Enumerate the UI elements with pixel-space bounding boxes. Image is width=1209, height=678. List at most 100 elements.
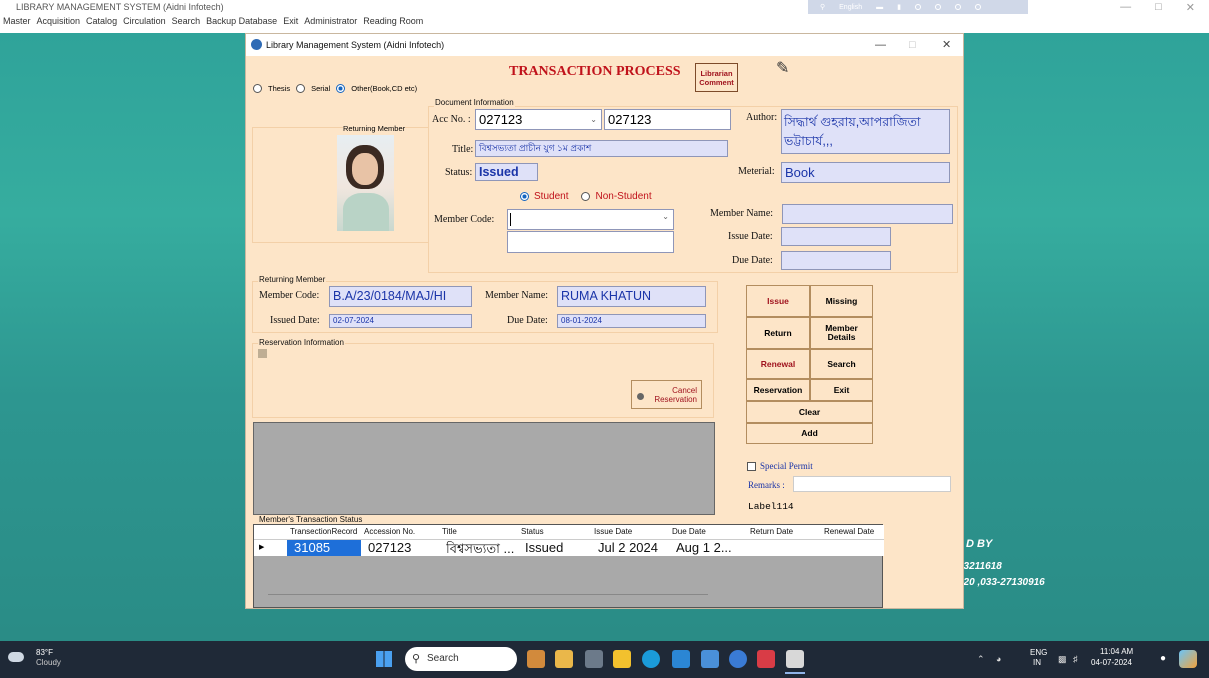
start-icon[interactable]	[376, 651, 392, 667]
table-cell[interactable]: 027123	[368, 540, 411, 555]
menu-search[interactable]: Search	[172, 14, 201, 33]
store-icon[interactable]	[672, 650, 690, 668]
copilot-icon[interactable]	[1179, 650, 1197, 668]
chevron-down-icon[interactable]: ⌄	[590, 110, 597, 129]
remarks-input[interactable]	[793, 476, 951, 492]
column-header[interactable]: Title	[442, 527, 457, 536]
edge-icon[interactable]	[642, 650, 660, 668]
widgets-icon[interactable]	[555, 650, 573, 668]
menu-exit[interactable]: Exit	[283, 14, 298, 33]
language-indicator[interactable]: ENG	[1030, 648, 1047, 657]
ime-mic-icon[interactable]: ▮	[897, 3, 901, 11]
issued-date-field[interactable]: 02-07-2024	[329, 314, 472, 328]
radio-non-student[interactable]	[581, 192, 591, 201]
column-header[interactable]: Renewal Date	[824, 527, 874, 536]
table-cell[interactable]: Issued	[525, 540, 563, 555]
ime-minimize-icon[interactable]: ▬	[876, 4, 883, 11]
column-header[interactable]: TransectionRecord	[290, 527, 357, 536]
horizontal-scrollbar[interactable]	[268, 594, 708, 595]
help-icon[interactable]	[729, 650, 747, 668]
label-thesis: Thesis	[268, 84, 291, 93]
wifi-icon[interactable]: ▩	[1058, 654, 1067, 665]
volume-icon[interactable]: ♯	[1073, 654, 1078, 664]
member-code-combobox[interactable]: ⌄	[507, 209, 674, 230]
author-field[interactable]: সিদ্ধার্থ গুহরায়,আপরাজিতা ভট্টাচার্য,,,	[781, 109, 950, 154]
onenote-icon[interactable]	[701, 650, 719, 668]
title-field[interactable]: বিশ্বসভ্যতা প্রাচীন যুগ ১ম প্রকাশ	[475, 140, 728, 157]
member-code-chevron-icon[interactable]: ⌄	[662, 212, 669, 221]
returning-due-date-field[interactable]: 08-01-2024	[557, 314, 706, 328]
details-grid[interactable]	[253, 422, 715, 515]
clock-time[interactable]: 11:04 AM	[1100, 647, 1133, 656]
missing-button[interactable]: Missing	[810, 285, 873, 317]
radio-other[interactable]	[336, 84, 346, 93]
radio-serial[interactable]	[296, 84, 306, 93]
ime-settings-icon[interactable]	[914, 4, 921, 10]
show-hidden-icons[interactable]: ⌃	[977, 654, 985, 665]
column-header[interactable]: Status	[521, 527, 544, 536]
column-header[interactable]: Issue Date	[594, 527, 632, 536]
column-header[interactable]: Due Date	[672, 527, 706, 536]
table-cell[interactable]: বিশ্বসভ্যতা ...	[446, 540, 514, 561]
menu-backup-database[interactable]: Backup Database	[206, 14, 277, 33]
reservation-list[interactable]	[258, 349, 267, 358]
radio-student[interactable]	[520, 192, 529, 201]
dialog-close-icon[interactable]: ✕	[942, 34, 951, 56]
menu-master[interactable]: Master	[3, 14, 31, 33]
ime-language[interactable]: English	[839, 4, 862, 11]
special-permit-checkbox[interactable]	[747, 461, 756, 471]
library-app-icon[interactable]	[786, 650, 804, 668]
material-field[interactable]: Book	[781, 162, 950, 183]
table-cell[interactable]: 31085	[294, 540, 330, 555]
clear-button[interactable]: Clear	[746, 401, 873, 423]
status-field[interactable]: Issued	[475, 163, 538, 181]
outer-close-icon[interactable]: ✕	[1186, 1, 1195, 14]
librarian-comment-button[interactable]: Librarian Comment	[695, 63, 738, 92]
reservation-button[interactable]: Reservation	[746, 379, 810, 401]
search-button[interactable]: Search	[810, 349, 873, 379]
outer-minimize-icon[interactable]: —	[1120, 1, 1131, 14]
member-details-button[interactable]: Member Details	[810, 317, 873, 349]
issue-date-field[interactable]	[781, 227, 891, 246]
document-information-title: Document Information	[434, 98, 515, 107]
weather-temp[interactable]: 83°F	[36, 648, 53, 657]
menu-catalog[interactable]: Catalog	[86, 14, 117, 33]
ime-refresh-icon[interactable]	[934, 4, 941, 10]
app-folder-icon[interactable]	[527, 650, 545, 668]
return-button[interactable]: Return	[746, 317, 810, 349]
notification-icon[interactable]: ●	[1160, 653, 1166, 664]
dialog-minimize-icon[interactable]: —	[875, 34, 886, 56]
renewal-button[interactable]: Renewal	[746, 349, 810, 379]
ime-info-icon[interactable]	[974, 4, 981, 10]
add-button[interactable]: Add	[746, 423, 873, 444]
column-header[interactable]: Return Date	[750, 527, 793, 536]
outer-maximize-icon[interactable]: □	[1155, 1, 1162, 14]
column-header[interactable]: Accession No.	[364, 527, 415, 536]
taskbar-search[interactable]: ⚲ Search	[405, 647, 517, 671]
table-cell[interactable]: Jul 2 2024	[598, 540, 658, 555]
radio-thesis[interactable]	[253, 84, 262, 93]
task-view-icon[interactable]	[585, 650, 603, 668]
book-edit-icon[interactable]: ✎	[776, 58, 789, 78]
cancel-reservation-button[interactable]: Cancel Reservation	[631, 380, 702, 409]
menu-acquisition[interactable]: Acquisition	[37, 14, 81, 33]
file-explorer-icon[interactable]	[613, 650, 631, 668]
network-icon[interactable]: ◕	[996, 654, 1001, 664]
table-cell[interactable]: Aug 1 2...	[676, 540, 732, 555]
menu-reading-room[interactable]: Reading Room	[363, 14, 423, 33]
issue-button[interactable]: Issue	[746, 285, 810, 317]
acc-no-combobox[interactable]: 027123 ⌄	[475, 109, 602, 130]
menu-administrator[interactable]: Administrator	[304, 14, 357, 33]
returning-member-name-field[interactable]: RUMA KHATUN	[557, 286, 706, 307]
acc-no-textbox[interactable]: 027123	[604, 109, 731, 130]
returning-member-code-label: Member Code:	[259, 290, 320, 301]
exit-button[interactable]: Exit	[810, 379, 873, 401]
due-date-field[interactable]	[781, 251, 891, 270]
menu-circulation[interactable]: Circulation	[123, 14, 166, 33]
mcafee-icon[interactable]	[757, 650, 775, 668]
returning-member-code-field[interactable]: B.A/23/0184/MAJ/HI	[329, 286, 472, 307]
member-code-dropdown-list[interactable]	[507, 231, 674, 253]
ime-help-icon[interactable]	[954, 4, 961, 10]
ime-search-icon[interactable]: ⚲	[820, 3, 825, 11]
member-name-field[interactable]	[782, 204, 953, 224]
